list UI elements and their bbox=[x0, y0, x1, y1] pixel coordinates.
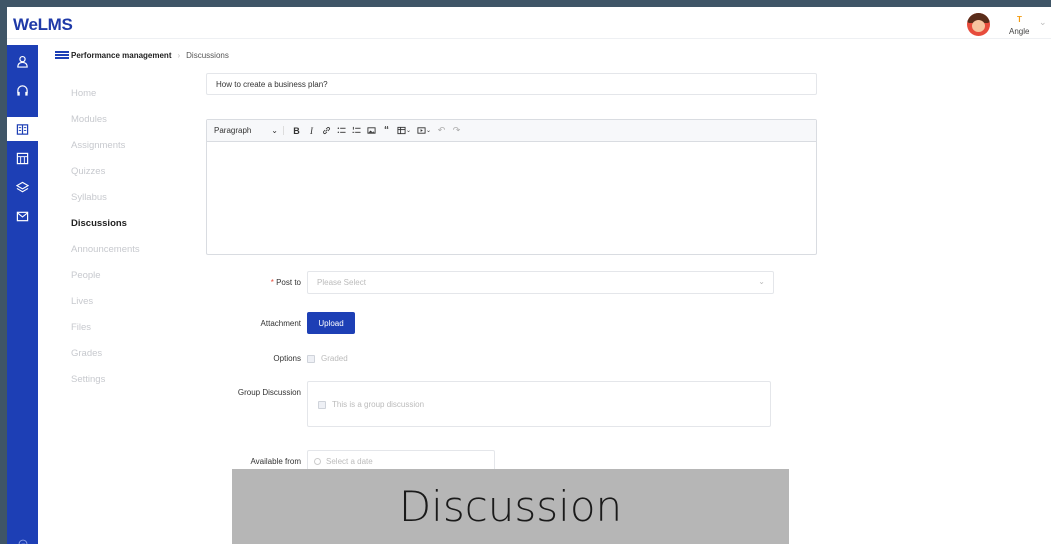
link-icon[interactable] bbox=[320, 124, 333, 137]
chevron-down-icon: ⌄ bbox=[758, 277, 765, 286]
numbered-list-icon[interactable] bbox=[350, 124, 363, 137]
bold-icon[interactable]: B bbox=[290, 124, 303, 137]
options-label: Options bbox=[273, 354, 301, 363]
user-name[interactable]: Angle bbox=[1009, 27, 1029, 36]
nav-item-files[interactable]: Files bbox=[71, 322, 91, 333]
app-logo[interactable]: WeLMS bbox=[13, 15, 73, 35]
bulleted-list-icon[interactable] bbox=[335, 124, 348, 137]
post-to-label-text: Post to bbox=[276, 278, 301, 287]
image-icon[interactable] bbox=[365, 124, 378, 137]
nav-item-assignments[interactable]: Assignments bbox=[71, 140, 125, 151]
nav-item-grades[interactable]: Grades bbox=[71, 348, 102, 359]
logout-icon[interactable] bbox=[7, 532, 38, 544]
graded-checkbox-label: Graded bbox=[321, 354, 348, 363]
editor-toolbar: Paragraph ⌄ B I “ ⌄ ⌄ ↶ ↷ bbox=[207, 120, 816, 142]
nav-item-modules[interactable]: Modules bbox=[71, 114, 107, 125]
graded-checkbox-row[interactable]: Graded bbox=[307, 354, 348, 363]
app-window: WeLMS T Angle ⌄ Performance management ›… bbox=[7, 7, 1051, 544]
nav-item-quizzes[interactable]: Quizzes bbox=[71, 166, 105, 177]
nav-item-settings[interactable]: Settings bbox=[71, 374, 105, 385]
group-checkbox-row[interactable]: This is a group discussion bbox=[318, 400, 424, 409]
group-discussion-label: Group Discussion bbox=[237, 388, 301, 397]
book-icon[interactable] bbox=[7, 117, 38, 141]
nav-item-lives[interactable]: Lives bbox=[71, 296, 93, 307]
required-mark: * bbox=[270, 278, 274, 287]
user-avatar[interactable] bbox=[967, 13, 990, 36]
post-to-select[interactable]: Please Select ⌄ bbox=[307, 271, 774, 294]
top-bar: WeLMS T Angle ⌄ bbox=[7, 7, 1051, 39]
nav-item-announcements[interactable]: Announcements bbox=[71, 244, 140, 255]
quote-icon[interactable]: “ bbox=[380, 124, 393, 137]
paragraph-style-label: Paragraph bbox=[214, 126, 252, 135]
table-icon[interactable]: ⌄ bbox=[395, 124, 413, 137]
user-icon[interactable] bbox=[7, 49, 38, 73]
italic-icon[interactable]: I bbox=[305, 124, 318, 137]
graded-checkbox[interactable] bbox=[307, 354, 315, 363]
media-icon[interactable]: ⌄ bbox=[415, 124, 433, 137]
nav-item-home[interactable]: Home bbox=[71, 88, 96, 99]
caption-text: Discussion bbox=[398, 482, 623, 531]
nav-item-syllabus[interactable]: Syllabus bbox=[71, 192, 107, 203]
breadcrumb-course[interactable]: Performance management bbox=[71, 51, 171, 60]
nav-item-discussions[interactable]: Discussions bbox=[71, 218, 127, 229]
discussion-title-input[interactable]: How to create a business plan? bbox=[206, 73, 817, 95]
post-to-label: * Post to bbox=[181, 278, 301, 287]
chevron-down-icon: ⌄ bbox=[271, 126, 278, 135]
headphones-icon[interactable] bbox=[7, 78, 38, 102]
available-from-label: Available from bbox=[250, 457, 301, 466]
group-checkbox-label: This is a group discussion bbox=[332, 400, 425, 409]
undo-icon[interactable]: ↶ bbox=[435, 124, 448, 137]
layers-icon[interactable] bbox=[7, 175, 38, 199]
clock-icon bbox=[314, 458, 321, 465]
upload-button[interactable]: Upload bbox=[307, 312, 355, 334]
breadcrumb-separator: › bbox=[177, 50, 181, 60]
post-to-placeholder: Please Select bbox=[317, 278, 366, 287]
redo-icon[interactable]: ↷ bbox=[450, 124, 463, 137]
nav-item-people[interactable]: People bbox=[71, 270, 101, 281]
calendar-grid-icon[interactable] bbox=[7, 146, 38, 170]
breadcrumb: Performance management › Discussions bbox=[55, 48, 229, 62]
mail-icon[interactable] bbox=[7, 204, 38, 228]
caption-overlay: Discussion bbox=[232, 469, 789, 544]
group-checkbox[interactable] bbox=[318, 400, 326, 409]
chevron-down-icon[interactable]: ⌄ bbox=[1039, 17, 1047, 28]
icon-sidebar bbox=[7, 45, 38, 544]
rich-text-editor: Paragraph ⌄ B I “ ⌄ ⌄ ↶ ↷ bbox=[206, 119, 817, 255]
user-initial: T bbox=[1017, 15, 1022, 24]
attachment-label: Attachment bbox=[260, 319, 301, 328]
available-from-placeholder: Select a date bbox=[326, 457, 373, 466]
menu-icon[interactable] bbox=[55, 51, 69, 59]
paragraph-style-select[interactable]: Paragraph ⌄ bbox=[214, 126, 284, 135]
breadcrumb-page: Discussions bbox=[186, 50, 229, 60]
